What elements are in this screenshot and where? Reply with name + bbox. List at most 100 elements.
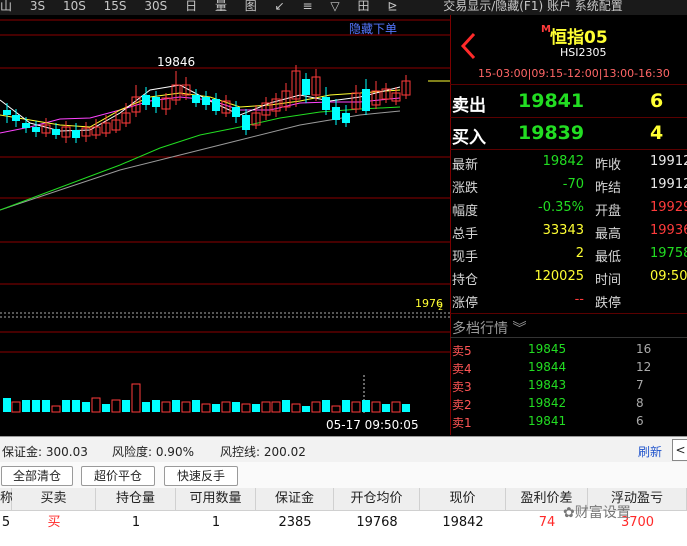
volume-bar xyxy=(221,401,231,413)
depth-row[interactable]: 卖5 19845 16 xyxy=(450,342,687,360)
column-header[interactable]: 保证金 xyxy=(256,488,334,511)
volume-bar xyxy=(382,404,390,412)
quote-stat-row: 持仓 120025 时间 09:50:05 xyxy=(450,269,687,291)
volume-bar xyxy=(402,404,410,412)
stat-value: 09:50:05 xyxy=(650,269,687,284)
refresh-link[interactable]: 刷新 xyxy=(638,443,662,460)
volume-bar xyxy=(22,400,30,412)
volume-bar xyxy=(172,400,180,412)
candle-body xyxy=(152,97,160,107)
toolbar-item[interactable]: ≡ xyxy=(303,0,313,12)
wechat-logo-icon: ✿ xyxy=(563,505,575,521)
candle-body xyxy=(3,110,11,115)
volume-bar xyxy=(192,400,200,412)
stat-value: 19912 xyxy=(650,154,687,169)
toolbar-item[interactable]: 量 xyxy=(215,0,227,12)
sell-label: 卖出 xyxy=(452,96,486,116)
column-header[interactable]: 称 xyxy=(0,488,13,511)
depth-level-name: 卖3 xyxy=(452,380,472,394)
toolbar-item[interactable]: 3S xyxy=(30,0,45,12)
stat-label: 时间 xyxy=(595,273,622,288)
depth-row[interactable]: 卖2 19842 8 xyxy=(450,396,687,414)
toolbar-item[interactable]: 山 xyxy=(0,0,12,12)
toolbar-item[interactable]: 田 xyxy=(357,0,369,12)
collapse-arrow-icon[interactable]: < xyxy=(672,439,687,461)
position-table: 称买卖 持仓量 可用数量 保证金 开仓均价 现价 盈利价差 浮动盈亏 5 买 1 1 2385 1976… xyxy=(0,488,687,546)
moving-average-lines xyxy=(0,84,401,211)
candle-body xyxy=(192,95,200,103)
buy-label: 买入 xyxy=(452,128,486,148)
sell-price[interactable]: 19841 xyxy=(518,90,584,112)
double-chevron-down-icon[interactable]: ︾ xyxy=(512,321,526,337)
stat-label: 最高 xyxy=(595,227,622,242)
table-cell: 19842 xyxy=(442,515,484,530)
stat-label: 现手 xyxy=(452,250,479,265)
watermark: ✿财富设置 xyxy=(563,502,631,522)
volume-bars xyxy=(3,383,410,413)
column-header[interactable]: 开仓均价 xyxy=(334,488,420,511)
buy-quantity: 4 xyxy=(650,122,664,144)
top-toolbar: 山 3S 10S 15S 30S 日 量 图 ↙ ≡ ▽ 田 ⊵ 交易显示/隐藏… xyxy=(0,0,687,15)
stat-value: 19929 xyxy=(650,200,687,215)
column-header[interactable]: 可用数量 xyxy=(176,488,256,511)
hide-order-link[interactable]: 隐藏下单 xyxy=(349,20,397,37)
volume-bar xyxy=(291,403,301,413)
candle-body xyxy=(362,89,370,111)
candlestick-chart[interactable]: 19846 1976 2 05-17 09:50:05 xyxy=(0,15,450,436)
table-cell: 1 xyxy=(131,515,141,530)
toolbar-item[interactable]: ⊵ xyxy=(387,0,397,12)
toolbar-item[interactable]: 图 xyxy=(245,0,257,12)
column-header[interactable]: 持仓量 xyxy=(96,488,176,511)
depth-price: 19841 xyxy=(528,414,567,428)
toolbar-item[interactable]: 10S xyxy=(63,0,86,12)
volume-bar xyxy=(241,403,251,413)
column-header[interactable]: 现价 xyxy=(420,488,506,511)
column-header[interactable]: 买卖 xyxy=(12,488,96,511)
depth-quantity: 8 xyxy=(636,396,644,410)
depth-quantity: 16 xyxy=(636,342,652,356)
depth-level-name: 卖5 xyxy=(452,344,472,358)
toolbar-item[interactable]: 15S xyxy=(104,0,127,12)
stat-value: -70 xyxy=(562,177,584,192)
back-icon[interactable] xyxy=(456,31,482,61)
margin-text: 保证金: 300.03 xyxy=(2,445,88,459)
toolbar-item[interactable]: 日 xyxy=(185,0,197,12)
toolbar-right-text[interactable]: 交易显示/隐藏(F1) 账户 系统配置 xyxy=(443,0,623,12)
toolbar-item[interactable]: 30S xyxy=(144,0,167,12)
buy-price[interactable]: 19839 xyxy=(518,122,584,144)
stat-label: 幅度 xyxy=(452,204,479,219)
trading-sessions: 15-03:00|09:15-12:00|13:00-16:30 xyxy=(478,67,670,80)
table-cell: 19768 xyxy=(356,515,398,530)
depth-level-name: 卖2 xyxy=(452,398,472,412)
stat-label: 跌停 xyxy=(595,296,622,311)
toolbar-item[interactable]: ↙ xyxy=(275,0,285,12)
volume-bar xyxy=(32,400,40,412)
depth-title[interactable]: 多档行情 ︾ xyxy=(452,318,526,338)
quick-reverse-button[interactable]: 快速反手 xyxy=(164,466,238,486)
depth-row[interactable]: 卖4 19844 12 xyxy=(450,360,687,378)
close-over-price-button[interactable]: 超价平仓 xyxy=(81,466,155,486)
candle-body xyxy=(202,97,210,105)
volume-bar xyxy=(42,400,50,412)
stat-label: 持仓 xyxy=(452,273,479,288)
chart-grid xyxy=(0,19,450,415)
volume-bar xyxy=(91,397,101,413)
depth-price: 19842 xyxy=(528,396,567,410)
stat-value: 19936 xyxy=(650,223,687,238)
quote-stat-row: 总手 33343 最高 19936 xyxy=(450,223,687,245)
depth-row[interactable]: 卖3 19843 7 xyxy=(450,378,687,396)
candle-body xyxy=(302,79,310,95)
candle-body xyxy=(242,115,250,130)
volume-bar xyxy=(311,401,321,413)
close-all-button[interactable]: 全部清仓 xyxy=(1,466,73,486)
stat-value: -- xyxy=(574,292,584,307)
stat-value: 19842 xyxy=(542,154,584,169)
toolbar-item[interactable]: ▽ xyxy=(330,0,339,12)
depth-quantity: 6 xyxy=(636,414,644,428)
quote-stat-row: 涨跌 -70 昨结 19912 xyxy=(450,177,687,199)
depth-price: 19845 xyxy=(528,342,567,356)
depth-row[interactable]: 卖1 19841 6 xyxy=(450,414,687,432)
depth-price: 19844 xyxy=(528,360,567,374)
volume-bar xyxy=(232,402,240,412)
stat-label: 昨收 xyxy=(595,158,622,173)
